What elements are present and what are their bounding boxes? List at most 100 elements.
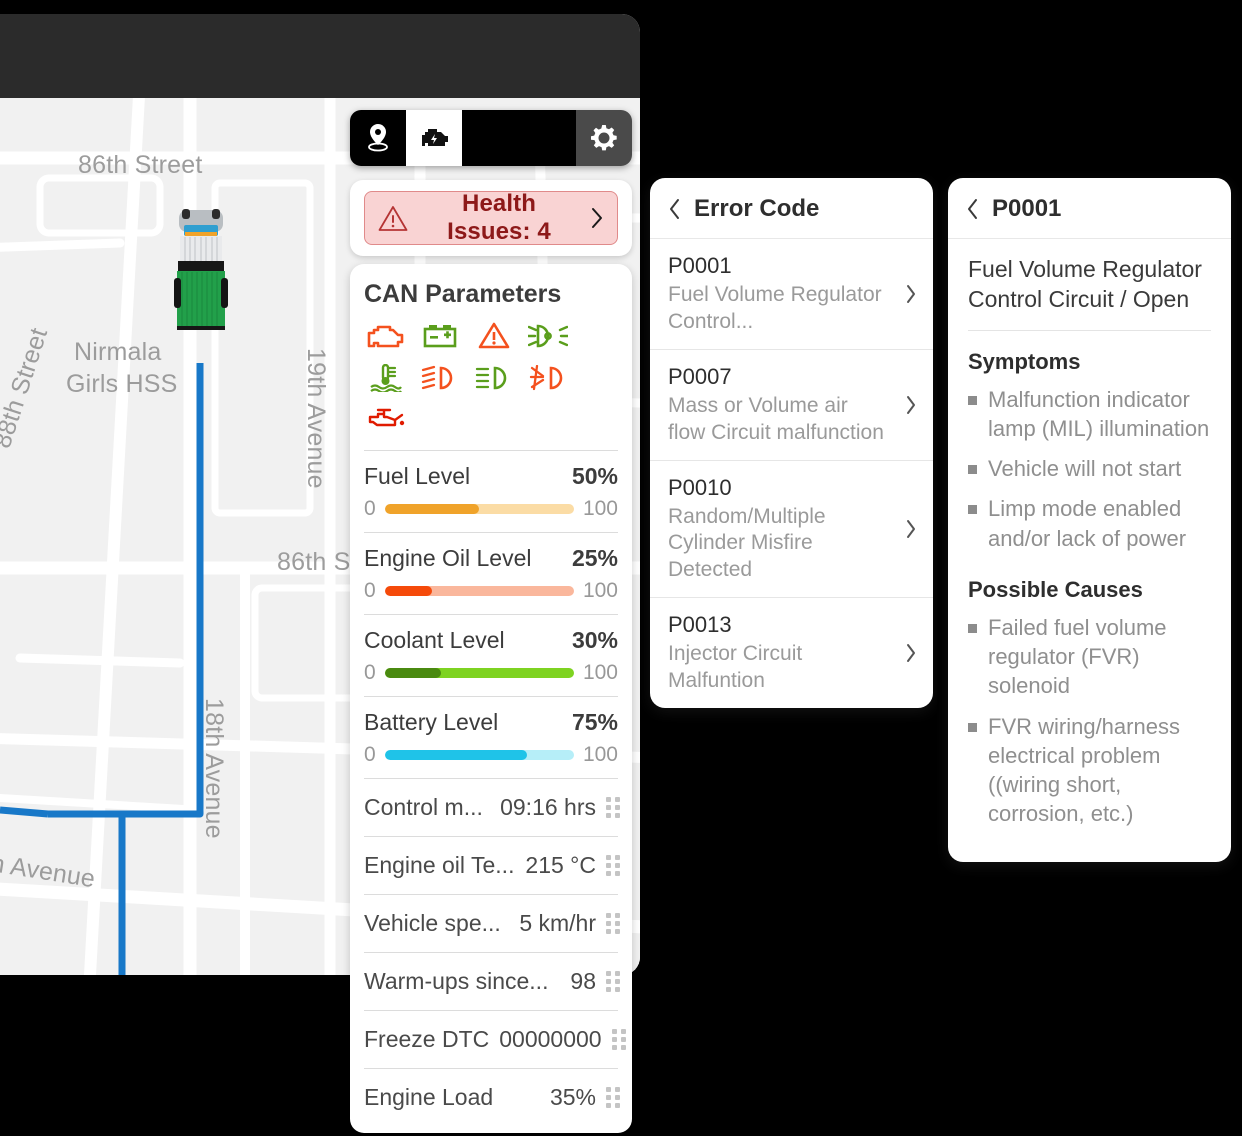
error-code-item-p0001[interactable]: P0001 Fuel Volume Regulator Control... <box>650 239 933 349</box>
bullet-icon <box>968 722 977 732</box>
coolant-temperature-icon[interactable] <box>364 361 408 395</box>
error-code-panel: Error Code P0001 Fuel Volume Regulator C… <box>650 178 933 708</box>
chevron-right-icon <box>907 644 915 662</box>
gear-icon <box>591 125 617 151</box>
drag-handle-icon[interactable] <box>606 797 620 818</box>
gauge-label: Engine Oil Level <box>364 545 532 571</box>
bullet-icon <box>968 465 977 475</box>
cause-item: FVR wiring/harness electrical problem ((… <box>968 712 1211 829</box>
headlight-icon[interactable] <box>526 319 570 353</box>
chevron-left-icon[interactable] <box>966 198 979 220</box>
high-beam-icon[interactable] <box>472 361 516 395</box>
screen-root: 86th Street Nirmala Girls HSS 88th Stree… <box>0 0 1242 1136</box>
gauge-label: Coolant Level <box>364 627 505 653</box>
fog-light-icon[interactable] <box>526 361 570 395</box>
drag-handle-icon[interactable] <box>606 913 620 934</box>
map-label: 18th Avenue <box>200 698 228 839</box>
chevron-right-icon <box>907 395 915 414</box>
divider <box>364 614 618 615</box>
gauge-fuel-level: Fuel Level 50% 0 100 <box>350 454 632 529</box>
error-code: P0007 <box>668 363 732 389</box>
can-row[interactable]: Control m... 09:16 hrs <box>350 782 632 833</box>
divider <box>364 778 618 779</box>
symptom-item: Vehicle will not start <box>968 454 1211 483</box>
error-detail-description: Fuel Volume Regulator Control Circuit / … <box>968 256 1202 313</box>
error-detail-body: Fuel Volume Regulator Control Circuit / … <box>948 239 1231 862</box>
bullet-icon <box>968 395 977 405</box>
map-label: Nirmala <box>74 338 162 366</box>
drag-handle-icon[interactable] <box>606 855 620 876</box>
can-row-label: Engine Load <box>364 1084 494 1110</box>
check-engine-icon[interactable] <box>364 319 408 353</box>
gauge-bar <box>384 586 574 596</box>
low-beam-icon[interactable] <box>418 361 462 395</box>
gauge-max: 100 <box>582 579 618 602</box>
gauge-min: 0 <box>364 579 376 602</box>
can-row-label: Control m... <box>364 794 483 820</box>
error-description: Injector Circuit Malfuntion <box>668 642 803 692</box>
gauge-min: 0 <box>364 497 376 520</box>
can-row[interactable]: Engine oil Te... 215 °C <box>350 840 632 891</box>
can-row[interactable]: Vehicle spe... 5 km/hr <box>350 898 632 949</box>
health-issues-button[interactable]: Health Issues: 4 <box>364 190 618 245</box>
gauge-max: 100 <box>582 661 618 684</box>
can-row[interactable]: Warm-ups since... 98 <box>350 956 632 1007</box>
oil-pressure-icon[interactable] <box>364 403 408 437</box>
map-label: 86th Street <box>78 151 203 179</box>
drag-handle-icon[interactable] <box>606 1087 620 1108</box>
chevron-right-icon <box>592 208 602 228</box>
can-row-label: Warm-ups since... <box>364 968 549 994</box>
warning-triangle-icon[interactable] <box>472 319 516 353</box>
gauge-bar <box>384 750 574 760</box>
error-description: Random/Multiple Cylinder Misfire Detecte… <box>668 504 826 582</box>
error-code-panel-header: Error Code <box>650 178 933 239</box>
map-label: 86th S <box>277 548 351 576</box>
symptom-text: Malfunction indicator lamp (MIL) illumin… <box>988 386 1210 441</box>
can-row[interactable]: Freeze DTC 00000000 <box>350 1014 632 1065</box>
health-issues-label: Health Issues: 4 <box>447 190 551 245</box>
divider <box>364 696 618 697</box>
divider <box>364 952 618 953</box>
can-row-label: Engine oil Te... <box>364 852 515 878</box>
error-code-item-p0010[interactable]: P0010 Random/Multiple Cylinder Misfire D… <box>650 459 933 598</box>
can-row-value: 09:16 hrs <box>500 794 596 820</box>
error-code: P0013 <box>668 612 732 638</box>
gauge-coolant-level: Coolant Level 30% 0 100 <box>350 618 632 693</box>
gauge-label: Fuel Level <box>364 463 471 489</box>
can-row-value: 215 °C <box>525 852 596 878</box>
error-code: P0010 <box>668 474 732 500</box>
gauge-max: 100 <box>582 497 618 520</box>
toolbar-tab-location[interactable] <box>350 110 406 166</box>
can-row-value: 5 km/hr <box>519 910 596 936</box>
cause-item: Failed fuel volume regulator (FVR) solen… <box>968 613 1211 701</box>
divider <box>364 450 618 451</box>
map-label: Girls HSS <box>66 370 178 398</box>
vehicle-marker-icon[interactable] <box>174 208 228 333</box>
can-row[interactable]: Engine Load 35% <box>350 1072 632 1123</box>
toolbar-tab-engine[interactable] <box>406 110 462 166</box>
toolbar-settings-button[interactable] <box>576 110 632 166</box>
symptom-item: Malfunction indicator lamp (MIL) illumin… <box>968 385 1211 444</box>
divider <box>364 894 618 895</box>
map-mode-toolbar[interactable] <box>350 110 632 166</box>
drag-handle-icon[interactable] <box>606 971 620 992</box>
symptom-text: Limp mode enabled and/or lack of power <box>988 496 1187 551</box>
can-row-value: 00000000 <box>499 1026 602 1052</box>
error-code-item-p0013[interactable]: P0013 Injector Circuit Malfuntion <box>650 597 933 708</box>
chevron-left-icon[interactable] <box>668 198 681 220</box>
chevron-right-icon <box>907 519 915 538</box>
location-pin-icon <box>368 124 388 152</box>
gauge-value: 30% <box>571 627 618 653</box>
battery-icon[interactable] <box>418 319 462 353</box>
error-detail-panel: P0001 Fuel Volume Regulator Control Circ… <box>948 178 1231 862</box>
divider <box>364 1010 618 1011</box>
chevron-right-icon <box>907 284 915 303</box>
engine-check-icon <box>422 129 448 146</box>
error-code: P0001 <box>668 253 732 278</box>
gauge-min: 0 <box>364 661 376 684</box>
drag-handle-icon[interactable] <box>611 1029 626 1050</box>
can-row-label: Freeze DTC <box>364 1026 490 1052</box>
bullet-icon <box>968 623 977 633</box>
error-code-item-p0007[interactable]: P0007 Mass or Volume air flow Circuit ma… <box>650 348 933 460</box>
divider <box>364 836 618 837</box>
